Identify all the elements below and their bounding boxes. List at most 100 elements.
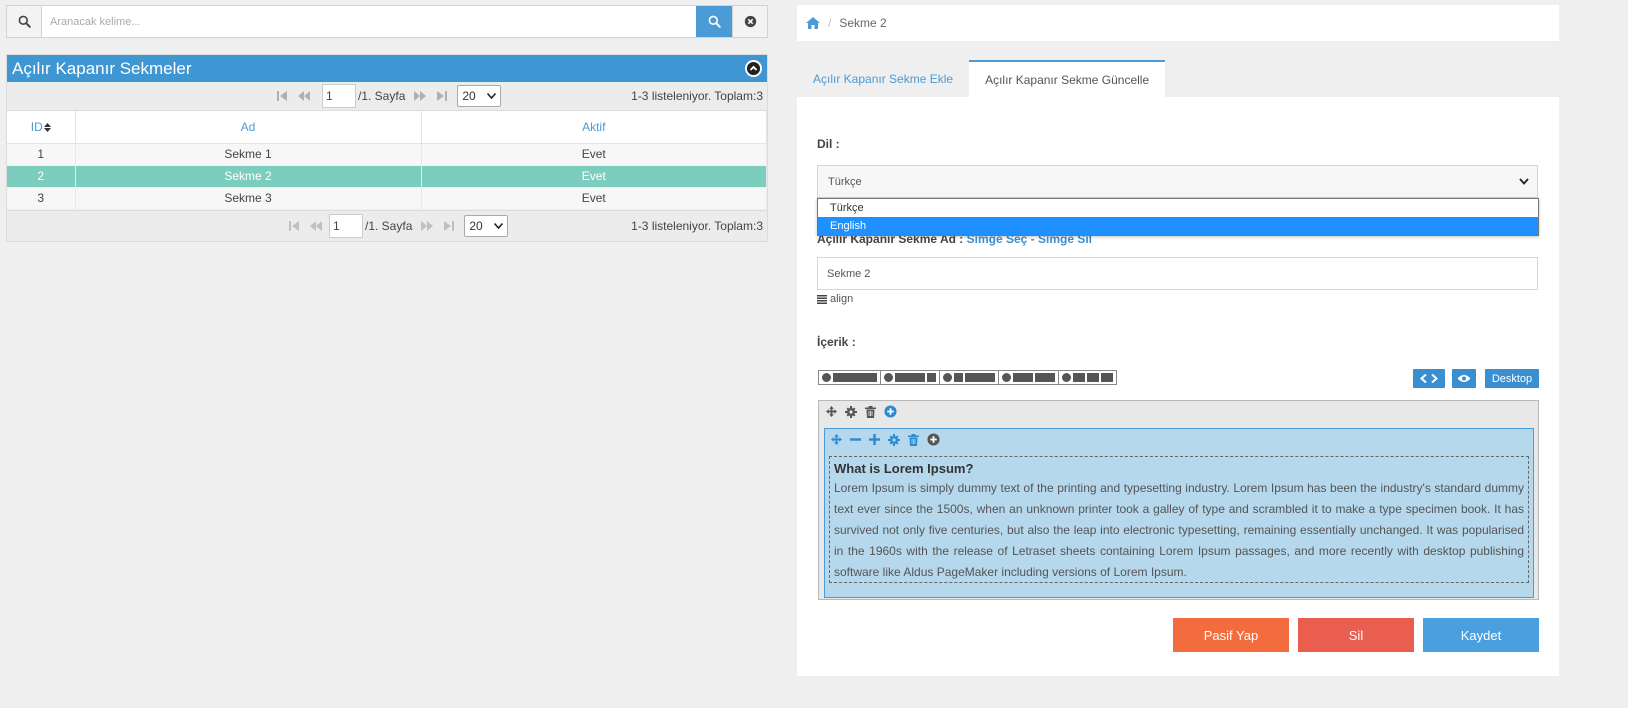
layout-option-5[interactable] (1059, 371, 1116, 384)
breadcrumb: / Sekme 2 (797, 5, 1559, 41)
tab-add[interactable]: Açılır Kapanır Sekme Ekle (797, 60, 969, 97)
plus-circle-icon[interactable] (884, 405, 897, 418)
source-code-button[interactable] (1413, 369, 1445, 388)
column-toolbar (831, 433, 940, 446)
lang-label: Dil : (817, 137, 840, 151)
column-header-name[interactable]: Ad (75, 111, 422, 144)
cell-name: Sekme 1 (75, 143, 422, 166)
column-header-active[interactable]: Aktif (421, 111, 767, 144)
table-row-selected[interactable]: 2 Sekme 2 Evet (7, 165, 767, 188)
align-justify-icon (817, 294, 827, 304)
search-icon (708, 15, 721, 28)
desktop-button[interactable]: Desktop (1485, 369, 1539, 388)
search-input[interactable] (42, 6, 696, 37)
table-row[interactable]: 1 Sekme 1 Evet (7, 143, 767, 166)
delete-button[interactable]: Sil (1298, 618, 1414, 652)
plus-circle-icon (1002, 373, 1011, 382)
cell-id: 1 (7, 143, 76, 166)
magnifier-icon (18, 15, 31, 28)
eye-icon (1457, 375, 1471, 382)
prev-page-icon[interactable] (305, 220, 327, 231)
trash-icon[interactable] (908, 433, 919, 446)
column-label-id: ID (30, 119, 43, 134)
grid-table: ID Ad Aktif 1 Sekme 1 Evet 2 Sekme 2 Eve… (7, 111, 767, 210)
page-number-input[interactable]: 1 (329, 213, 363, 238)
page-number-input[interactable]: 1 (322, 84, 356, 108)
search-addon (7, 6, 42, 37)
preview-button[interactable] (1452, 369, 1476, 388)
content-column: What is Lorem Ipsum? Lorem Ipsum is simp… (824, 428, 1534, 598)
trash-icon[interactable] (865, 405, 876, 418)
column-header-id[interactable]: ID (7, 111, 76, 144)
cell-id: 3 (7, 187, 76, 210)
layout-option-3[interactable] (940, 371, 999, 384)
layout-option-2[interactable] (881, 371, 940, 384)
passive-button[interactable]: Pasif Yap (1173, 618, 1289, 652)
content-heading: What is Lorem Ipsum? (834, 461, 974, 476)
content-editor: What is Lorem Ipsum? Lorem Ipsum is simp… (818, 400, 1539, 600)
lang-select[interactable]: Türkçe (817, 165, 1538, 198)
prev-page-icon[interactable] (293, 91, 315, 101)
lang-dropdown: Türkçe English (817, 198, 1539, 236)
chevron-up-circle-icon (746, 61, 761, 76)
close-circle-icon (744, 15, 756, 28)
cell-active: Evet (421, 165, 767, 188)
cell-name: Sekme 3 (75, 187, 422, 210)
last-page-icon[interactable] (438, 220, 460, 231)
collapse-grid-button[interactable] (745, 60, 762, 77)
page-size-select[interactable]: 20 (457, 85, 502, 107)
lang-option-english[interactable]: English (818, 217, 1538, 235)
sort-icon (43, 122, 51, 132)
plus-circle-icon (1062, 373, 1071, 382)
layout-option-1[interactable] (819, 371, 881, 384)
home-icon[interactable] (806, 17, 820, 29)
minus-icon[interactable] (850, 434, 861, 445)
search-button[interactable] (696, 6, 732, 37)
layout-option-4[interactable] (999, 371, 1059, 384)
save-button[interactable]: Kaydet (1423, 618, 1539, 652)
grid-pager-bottom: 1 /1. Sayfa 20 1-3 listeleniyor. Toplam:… (7, 209, 767, 241)
cell-active: Evet (421, 187, 767, 210)
first-page-icon[interactable] (271, 91, 293, 101)
tab-update[interactable]: Açılır Kapanır Sekme Güncelle (969, 60, 1166, 97)
plus-circle-icon (822, 373, 831, 382)
gear-icon[interactable] (845, 405, 857, 418)
layout-bar (818, 370, 1117, 385)
first-page-icon[interactable] (283, 220, 305, 231)
last-page-icon[interactable] (431, 91, 453, 101)
plus-circle-icon (884, 373, 893, 382)
form-panel: Dil : Türkçe Türkçe English Açılır Kapan… (797, 97, 1559, 676)
page-of-label: /1. Sayfa (365, 218, 413, 233)
lang-option-turkce[interactable]: Türkçe (818, 199, 1538, 217)
plus-icon[interactable] (869, 434, 880, 445)
align-label: align (830, 293, 854, 305)
page-size-value: 20 (469, 218, 483, 233)
next-page-icon[interactable] (409, 91, 431, 101)
lang-select-value: Türkçe (828, 175, 862, 188)
records-info: 1-3 listeleniyor. Toplam:3 (631, 218, 763, 233)
clear-search-button[interactable] (732, 6, 767, 37)
content-paragraph: Lorem Ipsum is simply dummy text of the … (834, 481, 1524, 579)
search-bar (6, 5, 768, 38)
chevron-down-icon (487, 93, 497, 99)
move-icon[interactable] (831, 434, 842, 445)
page-size-value: 20 (462, 89, 476, 103)
plus-circle-icon (943, 373, 952, 382)
cell-id: 2 (7, 165, 76, 188)
name-input[interactable]: Sekme 2 (817, 257, 1538, 290)
content-label: İçerik : (817, 335, 856, 349)
move-icon[interactable] (826, 406, 837, 417)
grid-caption: Açılır Kapanır Sekmeler (7, 55, 767, 82)
tabs-grid: Açılır Kapanır Sekmeler 1 /1. Sayfa 20 1… (6, 54, 768, 242)
table-header-row: ID Ad Aktif (7, 111, 767, 144)
align-button[interactable]: align (817, 293, 853, 305)
breadcrumb-separator: / (828, 16, 832, 30)
editor-content[interactable]: What is Lorem Ipsum? Lorem Ipsum is simp… (829, 456, 1529, 583)
gear-icon[interactable] (888, 433, 900, 446)
grid-title: Açılır Kapanır Sekmeler (12, 58, 192, 78)
next-page-icon[interactable] (416, 220, 438, 231)
page-size-select[interactable]: 20 (464, 214, 509, 237)
code-icon (1420, 374, 1438, 383)
table-row[interactable]: 3 Sekme 3 Evet (7, 187, 767, 210)
plus-circle-icon[interactable] (927, 433, 940, 446)
